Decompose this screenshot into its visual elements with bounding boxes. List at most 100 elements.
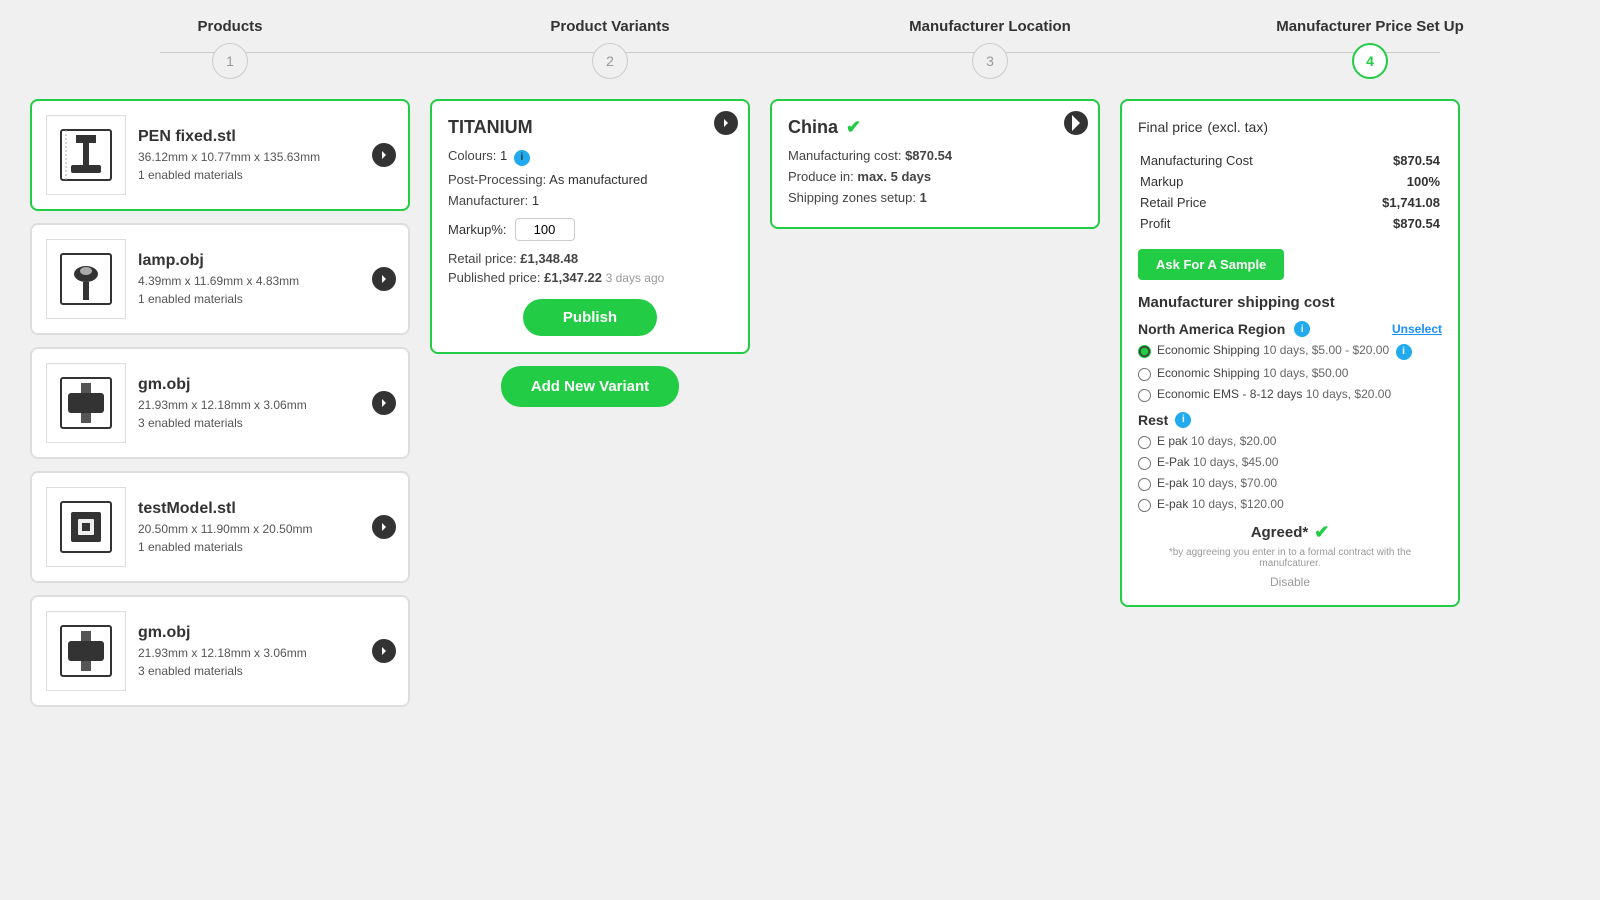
step-1-circle[interactable]: 1 (212, 43, 248, 79)
na-radio-1[interactable] (1138, 368, 1151, 381)
agreed-row: Agreed* ✔ (1138, 522, 1442, 543)
sample-button[interactable]: Ask For A Sample (1138, 249, 1284, 280)
fine-print: *by aggreeing you enter in to a formal c… (1138, 547, 1442, 569)
markup-table-label: Markup (1140, 172, 1337, 191)
product-info-0: PEN fixed.stl 36.12mm x 10.77mm x 135.63… (138, 128, 394, 182)
colours-info-icon[interactable]: i (514, 150, 530, 166)
shipping-zones-label: Shipping zones setup: (788, 190, 916, 205)
rest-radio-1[interactable] (1138, 457, 1151, 470)
product-thumb-3 (46, 487, 126, 567)
na-radio-2[interactable] (1138, 389, 1151, 402)
step-1: Products 1 (40, 18, 420, 79)
location-card: China ✔ Manufacturing cost: $870.54 Prod… (770, 99, 1100, 229)
variant-markup-row: Markup%: (448, 218, 732, 241)
markup-input[interactable] (515, 218, 575, 241)
product-info-1: lamp.obj 4.39mm x 11.69mm x 4.83mm 1 ena… (138, 252, 394, 306)
add-variant-button[interactable]: Add New Variant (501, 366, 679, 407)
variant-colours-val: 1 (500, 148, 507, 163)
rest-info-icon[interactable]: i (1175, 412, 1191, 428)
disable-link[interactable]: Disable (1138, 575, 1442, 589)
product-arrow-1[interactable] (372, 267, 396, 291)
profit-table-val: $870.54 (1339, 214, 1440, 233)
mfg-cost-table-val: $870.54 (1339, 151, 1440, 170)
na-option-0: Economic Shipping 10 days, $5.00 - $20.0… (1138, 343, 1442, 360)
step-3-label: Manufacturer Location (909, 18, 1071, 35)
na-option-2: Economic EMS - 8-12 days 10 days, $20.00 (1138, 387, 1442, 402)
product-dims-1: 4.39mm x 11.69mm x 4.83mm (138, 274, 394, 288)
product-dims-2: 21.93mm x 12.18mm x 3.06mm (138, 398, 394, 412)
mfg-cost-table-label: Manufacturing Cost (1140, 151, 1337, 170)
product-materials-1: 1 enabled materials (138, 292, 394, 306)
location-check-icon: ✔ (846, 117, 861, 138)
product-thumb-2 (46, 363, 126, 443)
product-arrow-0[interactable] (372, 143, 396, 167)
na-radio-0[interactable] (1138, 345, 1151, 358)
variant-markup-label: Markup%: (448, 222, 507, 237)
product-name-3: testModel.stl (138, 500, 394, 518)
step-3-circle[interactable]: 3 (972, 43, 1008, 79)
product-card-4[interactable]: gm.obj 21.93mm x 12.18mm x 3.06mm 3 enab… (30, 595, 410, 707)
price-card: Final price (excl. tax) Manufacturing Co… (1120, 99, 1460, 607)
product-dims-3: 20.50mm x 11.90mm x 20.50mm (138, 522, 394, 536)
product-name-2: gm.obj (138, 376, 394, 394)
price-table: Manufacturing Cost $870.54 Markup 100% R… (1138, 149, 1442, 235)
product-info-4: gm.obj 21.93mm x 12.18mm x 3.06mm 3 enab… (138, 624, 394, 678)
product-card-1[interactable]: lamp.obj 4.39mm x 11.69mm x 4.83mm 1 ena… (30, 223, 410, 335)
variant-manufacturer-val: 1 (532, 193, 539, 208)
variant-nav-arrow[interactable] (714, 111, 738, 135)
product-thumb-1 (46, 239, 126, 319)
retail-price-row: Retail price: £1,348.48 (448, 251, 732, 266)
location-nav-arrow[interactable] (1064, 111, 1088, 135)
product-arrow-2[interactable] (372, 391, 396, 415)
product-thumb-4 (46, 611, 126, 691)
markup-table-row: Markup 100% (1140, 172, 1440, 191)
mfg-cost-val: $870.54 (905, 148, 952, 163)
rest-radio-3[interactable] (1138, 499, 1151, 512)
north-america-info-icon[interactable]: i (1294, 321, 1310, 337)
product-name-4: gm.obj (138, 624, 394, 642)
step-2-circle[interactable]: 2 (592, 43, 628, 79)
product-dims-4: 21.93mm x 12.18mm x 3.06mm (138, 646, 394, 660)
products-column: PEN fixed.stl 36.12mm x 10.77mm x 135.63… (30, 99, 410, 707)
shipping-zones-row: Shipping zones setup: 1 (788, 190, 1082, 205)
retail-table-label: Retail Price (1140, 193, 1337, 212)
profit-table-row: Profit $870.54 (1140, 214, 1440, 233)
product-arrow-4[interactable] (372, 639, 396, 663)
product-arrow-3[interactable] (372, 515, 396, 539)
product-thumb-0 (46, 115, 126, 195)
step-4-circle[interactable]: 4 (1352, 43, 1388, 79)
step-3: Manufacturer Location 3 (800, 18, 1180, 79)
product-card-0[interactable]: PEN fixed.stl 36.12mm x 10.77mm x 135.63… (30, 99, 410, 211)
product-dims-0: 36.12mm x 10.77mm x 135.63mm (138, 150, 394, 164)
product-card-3[interactable]: testModel.stl 20.50mm x 11.90mm x 20.50m… (30, 471, 410, 583)
retail-table-row: Retail Price $1,741.08 (1140, 193, 1440, 212)
published-price-val: £1,347.22 (544, 270, 602, 285)
rest-radio-2[interactable] (1138, 478, 1151, 491)
shipping-zones-val: 1 (920, 190, 927, 205)
product-materials-0: 1 enabled materials (138, 168, 394, 182)
price-column: Final price (excl. tax) Manufacturing Co… (1120, 99, 1460, 607)
product-info-3: testModel.stl 20.50mm x 11.90mm x 20.50m… (138, 500, 394, 554)
agreed-check-icon: ✔ (1314, 522, 1329, 543)
retail-table-val: $1,741.08 (1339, 193, 1440, 212)
rest-title: Rest i (1138, 412, 1442, 428)
step-2: Product Variants 2 (420, 18, 800, 79)
location-country: China (788, 117, 838, 138)
rest-option-3: E-pak 10 days, $120.00 (1138, 497, 1442, 512)
step-1-label: Products (197, 18, 262, 35)
published-time: 3 days ago (606, 271, 665, 285)
north-america-title: North America Region i Unselect (1138, 321, 1442, 337)
rest-radio-0[interactable] (1138, 436, 1151, 449)
product-materials-4: 3 enabled materials (138, 664, 394, 678)
product-materials-2: 3 enabled materials (138, 416, 394, 430)
product-info-2: gm.obj 21.93mm x 12.18mm x 3.06mm 3 enab… (138, 376, 394, 430)
na-option-0-info-icon[interactable]: i (1396, 344, 1412, 360)
produce-val: max. 5 days (857, 169, 931, 184)
step-4-label: Manufacturer Price Set Up (1276, 18, 1464, 35)
publish-button[interactable]: Publish (523, 299, 657, 336)
north-america-unselect[interactable]: Unselect (1392, 322, 1442, 336)
product-card-2[interactable]: gm.obj 21.93mm x 12.18mm x 3.06mm 3 enab… (30, 347, 410, 459)
shipping-title: Manufacturer shipping cost (1138, 294, 1442, 311)
variant-manufacturer-row: Manufacturer: 1 (448, 193, 732, 208)
retail-price-val: £1,348.48 (520, 251, 578, 266)
